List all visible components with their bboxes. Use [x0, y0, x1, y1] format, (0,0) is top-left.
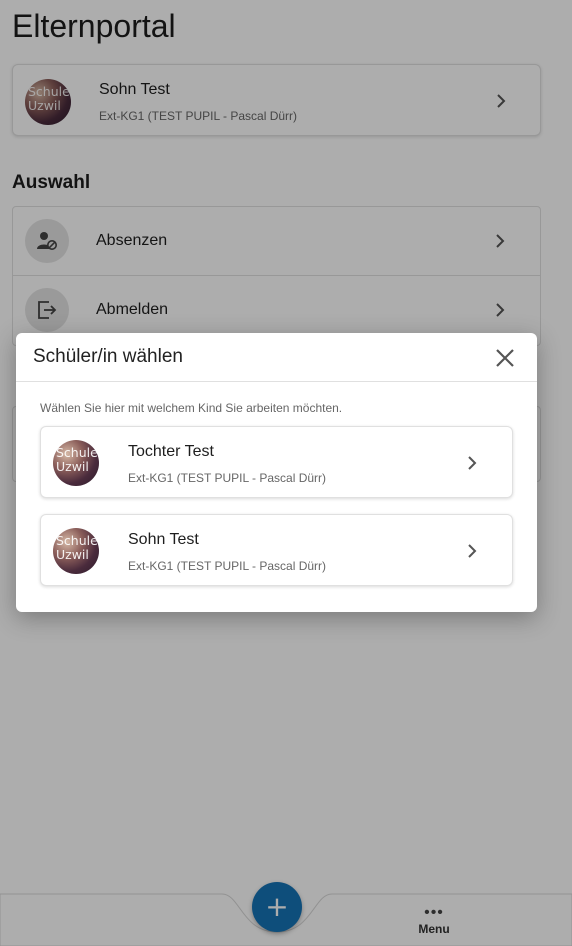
avatar-text-line-2: Uzwil — [56, 547, 89, 562]
chevron-right-icon — [466, 543, 478, 559]
dialog-title: Schüler/in wählen — [33, 346, 183, 367]
avatar-text-line-1: Schule — [56, 533, 98, 548]
student-option-tochter-test[interactable]: Schule Uzwil Tochter Test Ext-KG1 (TEST … — [40, 426, 513, 498]
student-name: Sohn Test — [128, 531, 199, 548]
dialog-header: Schüler/in wählen — [16, 333, 537, 382]
student-name: Tochter Test — [128, 443, 214, 460]
student-class: Ext-KG1 (TEST PUPIL - Pascal Dürr) — [128, 471, 327, 485]
avatar-text-line-1: Schule — [56, 445, 98, 460]
close-icon[interactable] — [494, 347, 516, 369]
chevron-right-icon — [466, 455, 478, 471]
select-student-dialog: Schüler/in wählen Wählen Sie hier mit we… — [16, 333, 537, 612]
student-avatar: Schule Uzwil — [53, 528, 99, 574]
dialog-hint: Wählen Sie hier mit welchem Kind Sie arb… — [40, 401, 343, 415]
student-avatar: Schule Uzwil — [53, 440, 99, 486]
student-class: Ext-KG1 (TEST PUPIL - Pascal Dürr) — [128, 559, 327, 573]
student-option-sohn-test[interactable]: Schule Uzwil Sohn Test Ext-KG1 (TEST PUP… — [40, 514, 513, 586]
page: Elternportal Schule Uzwil Sohn Test Ext-… — [0, 0, 572, 946]
avatar-text-line-2: Uzwil — [56, 459, 89, 474]
